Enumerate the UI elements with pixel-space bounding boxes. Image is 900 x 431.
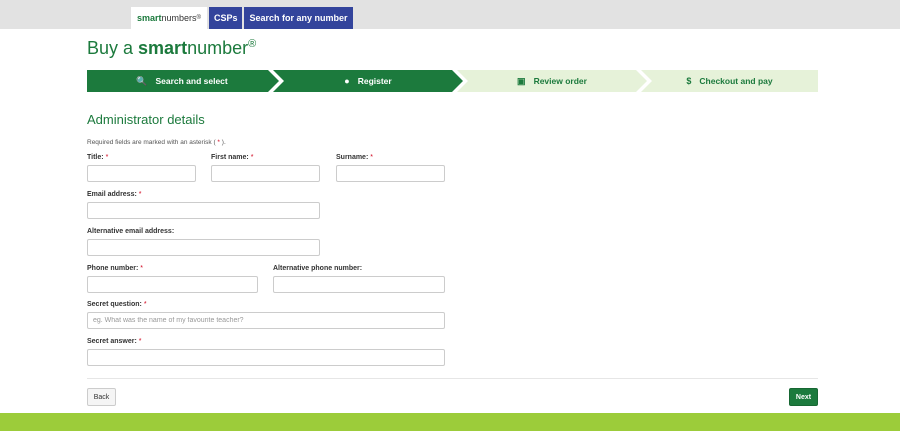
progress-steps: 🔍 Search and select ● Register ▣ Review … — [87, 70, 818, 92]
alt-email-input[interactable] — [87, 239, 320, 256]
next-button[interactable]: Next — [789, 388, 818, 406]
email-label: Email address: * — [87, 191, 142, 198]
csps-tab[interactable]: CSPs — [208, 7, 243, 29]
phone-label: Phone number: * — [87, 265, 144, 272]
brand-prefix: smart — [137, 13, 162, 23]
secret-answer-input[interactable] — [87, 349, 445, 366]
cart-icon: ▣ — [517, 75, 526, 86]
step-review-order[interactable]: ▣ Review order — [457, 70, 647, 92]
alt-email-label: Alternative email address: — [87, 228, 175, 235]
first-name-label: First name: * — [211, 154, 254, 161]
top-nav: smart numbers ® CSPs Search for any number — [131, 7, 355, 29]
first-name-input[interactable] — [211, 165, 320, 182]
secret-answer-label: Secret answer: * — [87, 338, 142, 345]
surname-label: Surname: * — [336, 154, 373, 161]
brand-suffix: numbers — [161, 13, 197, 23]
footer-bar — [0, 413, 900, 431]
back-button[interactable]: Back — [87, 388, 116, 406]
step-search-and-select[interactable]: 🔍 Search and select — [87, 70, 277, 92]
step-register[interactable]: ● Register — [273, 70, 463, 92]
brand-reg: ® — [196, 15, 201, 21]
required-note: Required fields are marked with an aster… — [87, 139, 226, 146]
secret-question-input[interactable] — [87, 312, 445, 329]
search-icon: 🔍 — [136, 75, 148, 86]
form-divider — [87, 378, 818, 379]
search-any-number-tab[interactable]: Search for any number — [244, 7, 353, 29]
surname-input[interactable] — [336, 165, 445, 182]
title-input[interactable] — [87, 165, 196, 182]
alt-phone-label: Alternative phone number: — [273, 265, 363, 272]
alt-phone-input[interactable] — [273, 276, 445, 293]
brand-logo-tab[interactable]: smart numbers ® — [131, 7, 207, 29]
user-icon: ● — [344, 76, 350, 86]
dollar-icon: $ — [686, 76, 692, 86]
page-title: Buy a smartnumber® — [87, 38, 257, 58]
section-title: Administrator details — [87, 112, 205, 127]
secret-question-label: Secret question: * — [87, 301, 147, 308]
step-checkout-and-pay[interactable]: $ Checkout and pay — [641, 70, 818, 92]
title-label: Title: * — [87, 154, 109, 161]
phone-input[interactable] — [87, 276, 258, 293]
email-input[interactable] — [87, 202, 320, 219]
